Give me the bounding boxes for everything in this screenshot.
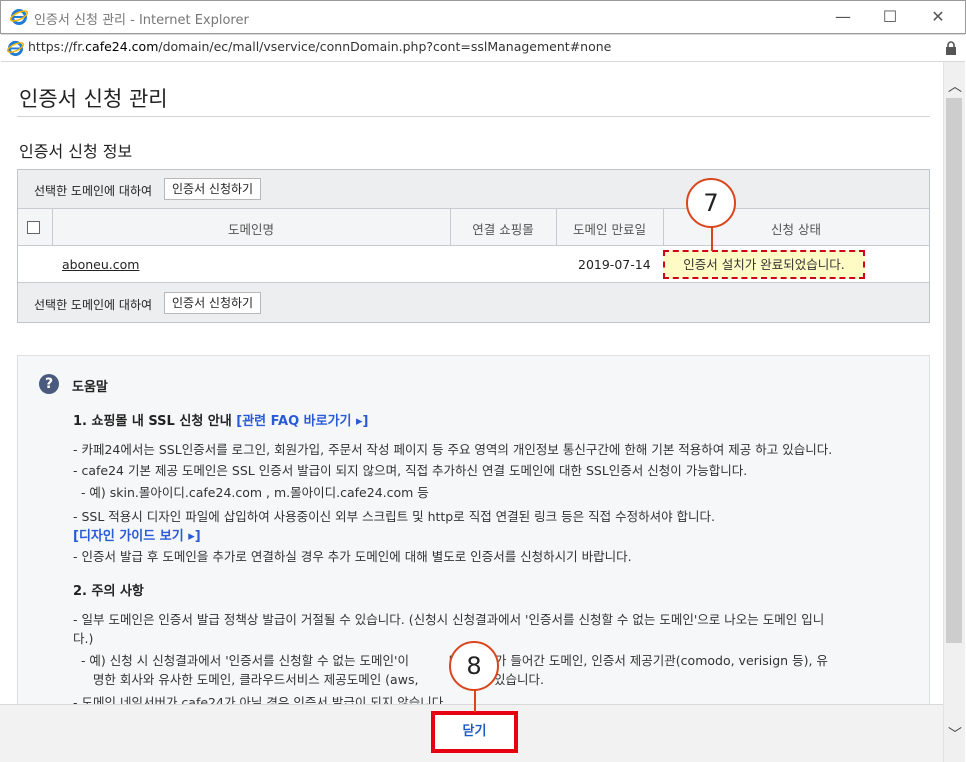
callout-7-pointer bbox=[711, 227, 713, 251]
minimize-button[interactable]: — bbox=[823, 4, 863, 30]
window-title: 인증서 신청 관리 - Internet Explorer bbox=[34, 13, 249, 28]
close-button[interactable]: 닫기 bbox=[431, 711, 518, 753]
help-line: - cafe24 기본 제공 도메인은 SSL 인증서 발급이 되지 않으며, … bbox=[73, 463, 748, 478]
help-title: 도움말 bbox=[72, 380, 108, 395]
design-guide-link[interactable]: [디자인 가이드 보기 ▸] bbox=[73, 525, 201, 544]
column-header-domain: 도메인명 bbox=[227, 222, 274, 237]
help-line: - 인증서 발급 후 도메인을 추가로 연결하실 경우 추가 도메인에 대해 별… bbox=[73, 549, 632, 564]
apply-certificate-button-bottom[interactable]: 인증서 신청하기 bbox=[164, 292, 262, 314]
column-header-shop: 연결 쇼핑몰 bbox=[472, 222, 534, 237]
domain-link[interactable]: aboneu.com bbox=[62, 257, 139, 272]
column-header-expiry: 도메인 만료일 bbox=[573, 222, 646, 237]
title-divider bbox=[17, 116, 930, 117]
page-title: 인증서 신청 관리 bbox=[19, 87, 168, 111]
maximize-button[interactable]: ☐ bbox=[870, 4, 910, 30]
select-all-checkbox[interactable] bbox=[27, 221, 40, 234]
callout-7: 7 bbox=[686, 178, 736, 228]
section-title: 인증서 신청 정보 bbox=[19, 142, 133, 161]
close-window-button[interactable]: ✕ bbox=[918, 4, 958, 30]
question-icon: ? bbox=[39, 374, 59, 394]
help-line: - SSL 적용시 디자인 파일에 삽입하여 사용중이신 외부 스크립트 및 h… bbox=[73, 509, 716, 524]
help-line: - 일부 도메인은 인증서 발급 정책상 발급이 거절될 수 있습니다. (신청… bbox=[73, 612, 825, 627]
status-badge: 인증서 설치가 완료되었습니다. bbox=[663, 250, 865, 279]
scroll-down-icon[interactable]: ﹀ bbox=[944, 722, 966, 748]
url-text[interactable]: https://fr.cafe24.com/domain/ec/mall/vse… bbox=[28, 39, 611, 54]
callout-8-pointer bbox=[474, 690, 476, 712]
faq-link[interactable]: [관련 FAQ 바로가기 ▸] bbox=[236, 414, 368, 429]
apply-certificate-button-top[interactable]: 인증서 신청하기 bbox=[164, 178, 262, 200]
help-line: 다.) bbox=[73, 631, 94, 646]
help-section-2-heading: 2. 주의 사항 bbox=[73, 584, 144, 599]
bottom-bar-label: 선택한 도메인에 대하여 bbox=[34, 298, 153, 312]
top-bar-label: 선택한 도메인에 대하여 bbox=[34, 184, 153, 198]
help-line: - 예) skin.몰아이디.cafe24.com , m.몰아이디.cafe2… bbox=[73, 485, 429, 500]
page-ie-icon bbox=[7, 40, 24, 56]
internet-explorer-icon bbox=[10, 9, 28, 25]
help-section-1-heading: 1. 쇼핑몰 내 SSL 신청 안내 [관련 FAQ 바로가기 ▸] bbox=[73, 414, 369, 429]
expiry-date: 2019-07-14 bbox=[578, 257, 651, 272]
help-line: - 카페24에서는 SSL인증서를 로그인, 회원가입, 주문서 작성 페이지 … bbox=[73, 442, 833, 457]
lock-icon bbox=[946, 41, 956, 55]
scroll-up-icon[interactable]: ︿ bbox=[944, 74, 966, 100]
scrollbar-thumb[interactable] bbox=[946, 98, 962, 643]
callout-8: 8 bbox=[449, 641, 499, 691]
